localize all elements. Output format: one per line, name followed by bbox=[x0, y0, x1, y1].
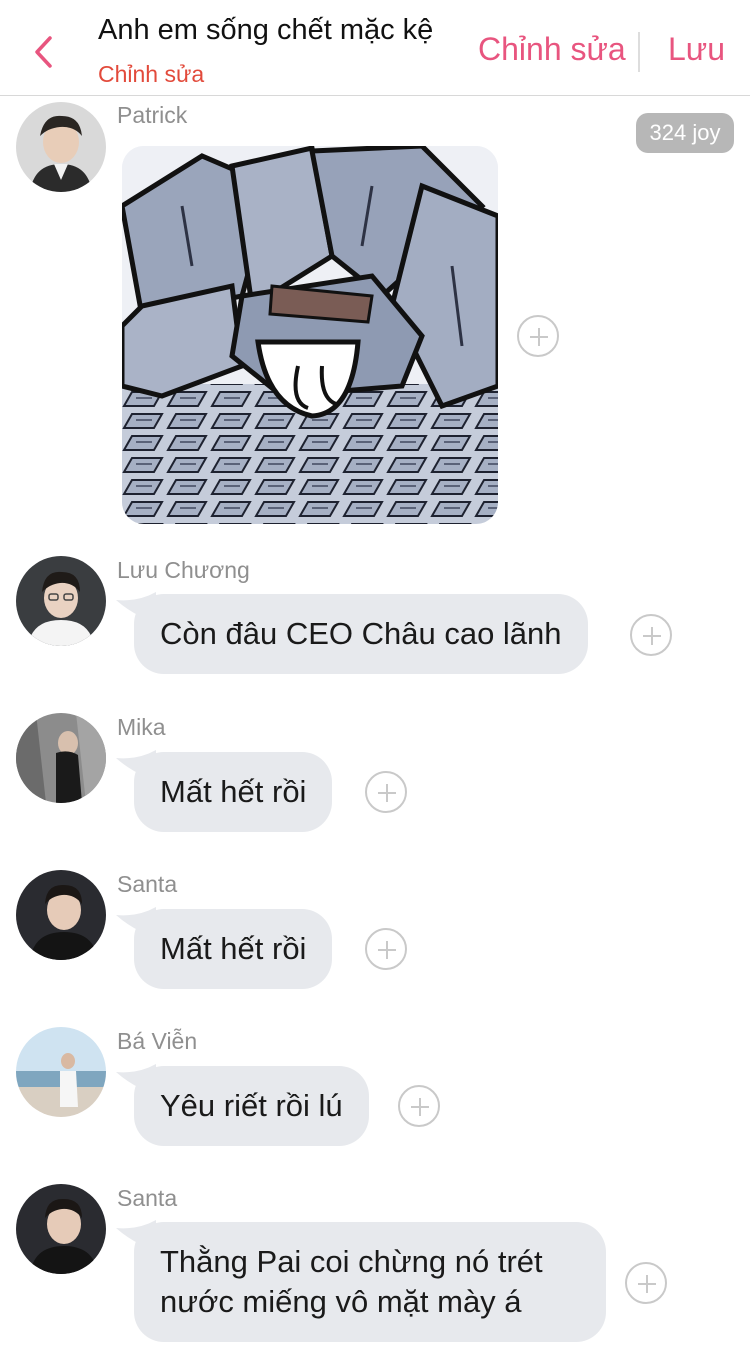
add-reaction-button[interactable] bbox=[630, 614, 672, 656]
chat-header: Anh em sống chết mặc kệ Chỉnh sửa Chỉnh … bbox=[0, 0, 750, 96]
avatar-image bbox=[16, 713, 106, 803]
back-button[interactable] bbox=[26, 30, 66, 74]
sender-name: Santa bbox=[117, 871, 178, 897]
add-reaction-button[interactable] bbox=[365, 771, 407, 813]
message-bubble[interactable]: Mất hết rồi bbox=[134, 752, 333, 832]
avatar-image bbox=[16, 1027, 106, 1117]
plus-icon bbox=[411, 1098, 429, 1116]
sender-name: Lưu Chương bbox=[117, 557, 250, 583]
avatar[interactable] bbox=[16, 870, 106, 960]
plus-icon bbox=[638, 1275, 656, 1293]
sender-name: Bá Viễn bbox=[117, 1028, 198, 1054]
message-bubble[interactable]: Mất hết rồi bbox=[134, 909, 333, 989]
sender-name: Mika bbox=[117, 714, 166, 740]
plus-icon bbox=[378, 784, 396, 802]
avatar[interactable] bbox=[16, 1027, 106, 1117]
sender-name: Santa bbox=[117, 1185, 178, 1211]
sender-name: Patrick bbox=[117, 102, 188, 128]
sticker-image[interactable] bbox=[122, 146, 498, 524]
chevron-left-icon bbox=[35, 36, 52, 68]
avatar[interactable] bbox=[16, 713, 106, 803]
joy-badge: 324 joy bbox=[636, 113, 734, 153]
add-reaction-button[interactable] bbox=[398, 1085, 440, 1127]
header-divider bbox=[638, 32, 640, 72]
message-line: nước miếng vô mặt mày á bbox=[160, 1284, 522, 1319]
message-bubble[interactable]: Còn đâu CEO Châu cao lãnh bbox=[134, 594, 588, 674]
avatar-image bbox=[16, 1184, 106, 1274]
chat-subtitle[interactable]: Chỉnh sửa bbox=[98, 61, 204, 88]
message-bubble[interactable]: Thằng Pai coi chừng nó trét nước miếng v… bbox=[134, 1222, 606, 1342]
avatar-image bbox=[16, 102, 106, 192]
plus-icon bbox=[643, 627, 661, 645]
edit-button[interactable]: Chỉnh sửa bbox=[478, 31, 626, 68]
avatar-image bbox=[16, 556, 106, 646]
add-reaction-button[interactable] bbox=[365, 928, 407, 970]
avatar-image bbox=[16, 870, 106, 960]
avatar[interactable] bbox=[16, 102, 106, 192]
message-line: Thằng Pai coi chừng nó trét bbox=[160, 1244, 543, 1279]
message-bubble[interactable]: Yêu riết rồi lú bbox=[134, 1066, 369, 1146]
avatar[interactable] bbox=[16, 1184, 106, 1274]
add-reaction-button[interactable] bbox=[517, 315, 559, 357]
add-reaction-button[interactable] bbox=[625, 1262, 667, 1304]
plus-icon bbox=[530, 328, 548, 346]
chat-title: Anh em sống chết mặc kệ bbox=[98, 14, 434, 46]
avatar[interactable] bbox=[16, 556, 106, 646]
plus-icon bbox=[378, 941, 396, 959]
save-button[interactable]: Lưu bbox=[668, 31, 725, 68]
